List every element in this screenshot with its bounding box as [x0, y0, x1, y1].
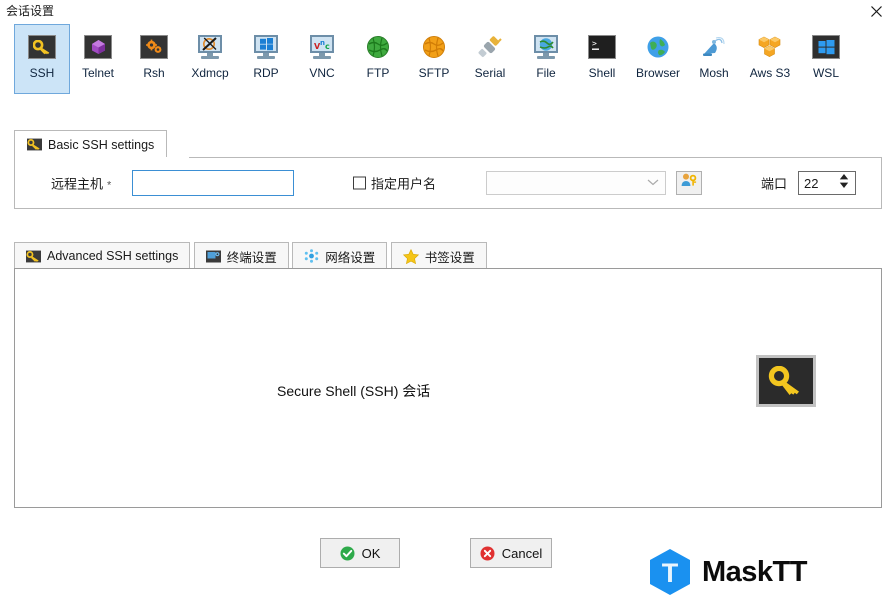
protocol-item-mosh[interactable]: Mosh	[686, 24, 742, 94]
tab-network-settings[interactable]: 网络设置	[292, 242, 388, 269]
svg-text:>: >	[592, 39, 597, 48]
windows-monitor-icon	[251, 34, 281, 60]
protocol-label: Telnet	[81, 66, 115, 80]
spinner-arrows-icon[interactable]	[839, 174, 849, 188]
key-icon	[27, 138, 42, 151]
cancel-button[interactable]: Cancel	[470, 538, 552, 568]
tab-label: Basic SSH settings	[48, 137, 155, 152]
protocol-item-ssh[interactable]: SSH	[14, 24, 70, 94]
tab-terminal-settings[interactable]: 终端设置	[193, 242, 289, 269]
protocol-label: SSH	[29, 66, 55, 80]
required-marker: *	[107, 179, 112, 192]
protocol-label: RDP	[253, 66, 279, 80]
specify-username-checkbox[interactable]	[353, 176, 366, 190]
red-x-icon	[480, 546, 495, 561]
green-globe-icon	[363, 34, 393, 60]
x-monitor-icon	[195, 34, 225, 60]
globe-monitor-icon	[531, 34, 561, 60]
window-title: 会话设置	[6, 4, 55, 18]
port-label: 端口	[761, 176, 788, 192]
protocol-label: Rsh	[143, 66, 165, 80]
secondary-tabstrip: Advanced SSH settings 终端设置 网络设置 书签设置	[14, 242, 882, 269]
brand-logo: T MaskTT	[648, 548, 807, 596]
specify-username-label: 指定用户名	[371, 176, 437, 192]
protocol-item-vnc[interactable]: V n c VNC	[294, 24, 350, 94]
protocol-label: VNC	[309, 66, 335, 80]
protocol-label: Xdmcp	[191, 66, 229, 80]
basic-tabstrip: Basic SSH settings	[14, 130, 882, 158]
protocol-item-file[interactable]: File	[518, 24, 574, 94]
ssh-content-panel: Secure Shell (SSH) 会话	[14, 268, 882, 508]
orange-gears-icon	[139, 34, 169, 60]
ok-label: OK	[361, 545, 381, 561]
basic-settings-panel: 远程主机 * 指定用户名 端口 22	[14, 157, 882, 209]
protocol-label: Shell	[588, 66, 616, 80]
tab-basic-ssh-settings[interactable]: Basic SSH settings	[14, 130, 168, 158]
key-icon	[26, 250, 41, 263]
protocol-item-ftp[interactable]: FTP	[350, 24, 406, 94]
protocol-item-shell[interactable]: > Shell	[574, 24, 630, 94]
tab-label: 书签设置	[424, 250, 475, 265]
key-icon	[27, 34, 57, 60]
titlebar: 会话设置	[0, 0, 896, 22]
svg-text:T: T	[662, 558, 679, 588]
protocol-label: WSL	[812, 66, 839, 80]
tab-label: 终端设置	[226, 250, 277, 265]
windows-logo-icon	[811, 34, 841, 60]
protocol-item-aws-s3[interactable]: Aws S3	[742, 24, 798, 94]
protocol-item-wsl[interactable]: WSL	[798, 24, 854, 94]
specify-username-checkbox-group[interactable]: 指定用户名	[353, 174, 436, 193]
protocol-toolbar: SSH Telnet Rsh Xdmcp RDP V n c VNC FTP S…	[0, 24, 896, 110]
protocol-item-sftp[interactable]: SFTP	[406, 24, 462, 94]
session-settings-dialog: 会话设置 SSH Telnet Rsh Xdmcp RDP V n c VNC …	[0, 0, 896, 600]
user-key-button[interactable]	[676, 171, 702, 195]
terminal-settings-icon	[205, 250, 221, 263]
aws-cubes-icon	[755, 34, 785, 60]
port-spinner[interactable]: 22	[798, 171, 856, 195]
green-check-icon	[340, 546, 355, 561]
svg-text:c: c	[325, 42, 330, 51]
username-combobox[interactable]	[486, 171, 666, 195]
remote-host-input[interactable]	[132, 170, 294, 196]
content-caption: Secure Shell (SSH) 会话	[277, 383, 431, 399]
blue-globe-icon	[643, 34, 673, 60]
protocol-label: Browser	[635, 66, 680, 80]
port-value: 22	[804, 175, 819, 191]
tab-label: 网络设置	[325, 250, 376, 265]
protocol-item-browser[interactable]: Browser	[630, 24, 686, 94]
protocol-label: FTP	[366, 66, 390, 80]
tab-label: Advanced SSH settings	[47, 249, 179, 263]
terminal-icon: >	[587, 34, 617, 60]
protocol-label: File	[536, 66, 556, 80]
user-key-icon	[680, 172, 698, 194]
tab-bookmark-settings[interactable]: 书签设置	[390, 242, 487, 269]
protocol-label: Mosh	[699, 66, 729, 80]
protocol-item-serial[interactable]: Serial	[462, 24, 518, 94]
protocol-item-xdmcp[interactable]: Xdmcp	[182, 24, 238, 94]
protocol-item-rsh[interactable]: Rsh	[126, 24, 182, 94]
brand-name: MaskTT	[702, 555, 807, 588]
remote-host-label: 远程主机	[51, 176, 104, 192]
network-dots-icon	[304, 249, 319, 263]
protocol-label: Serial	[474, 66, 506, 80]
orange-globe-icon	[419, 34, 449, 60]
brand-mark-icon: T	[648, 548, 692, 596]
large-key-icon	[756, 355, 816, 407]
plug-icon	[475, 34, 505, 60]
protocol-item-rdp[interactable]: RDP	[238, 24, 294, 94]
purple-gem-icon	[83, 34, 113, 60]
close-icon[interactable]	[856, 0, 896, 22]
star-icon	[402, 248, 419, 264]
protocol-label: SFTP	[418, 66, 450, 80]
tab-advanced-ssh-settings[interactable]: Advanced SSH settings	[14, 242, 191, 269]
cancel-label: Cancel	[501, 545, 543, 561]
protocol-label: Aws S3	[749, 66, 791, 80]
vnc-monitor-icon: V n c	[307, 34, 337, 60]
ok-button[interactable]: OK	[320, 538, 400, 568]
chevron-down-icon	[647, 177, 659, 189]
satellite-dish-icon	[699, 34, 729, 60]
protocol-item-telnet[interactable]: Telnet	[70, 24, 126, 94]
